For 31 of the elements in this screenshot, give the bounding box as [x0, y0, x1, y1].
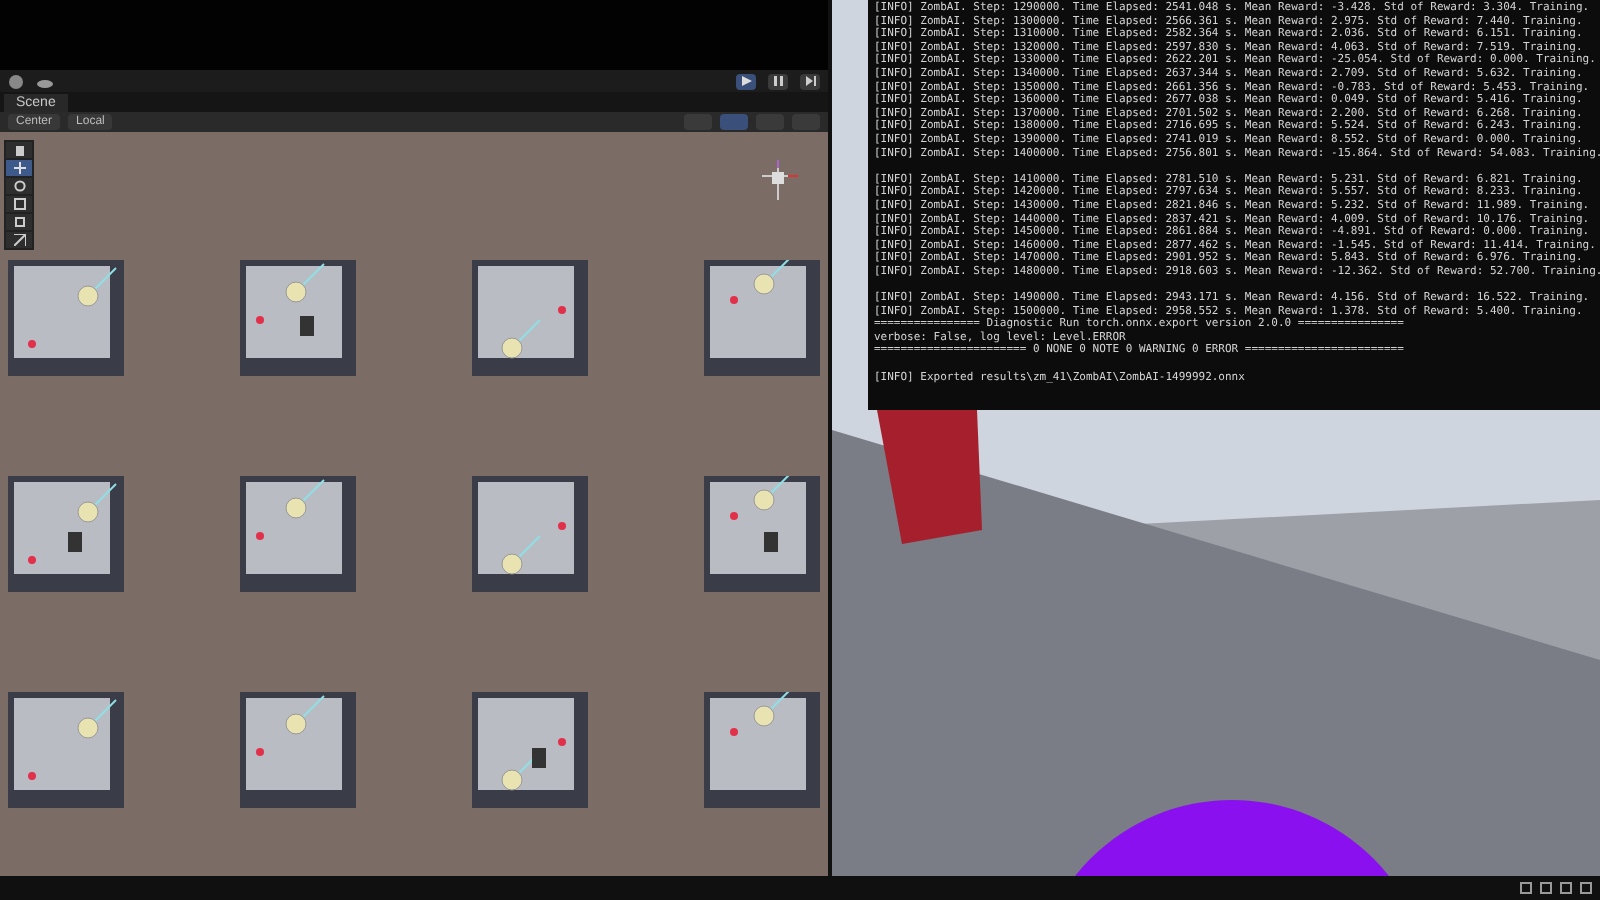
training-arena-drawing [8, 476, 124, 592]
cloud-icon[interactable] [36, 75, 54, 87]
view-toggle-button[interactable] [720, 114, 748, 130]
rect-tool-icon [13, 216, 25, 228]
play-button[interactable] [736, 73, 756, 89]
tool-button[interactable] [6, 214, 32, 230]
step-button[interactable] [800, 73, 820, 89]
account-icon[interactable] [8, 73, 24, 89]
training-arena-drawing [8, 260, 124, 376]
training-arena-drawing [704, 476, 820, 592]
training-arena-drawing [472, 692, 588, 808]
training-arena-drawing [704, 692, 820, 808]
tool-button[interactable] [6, 178, 32, 194]
training-arena-drawing [704, 260, 820, 376]
training-arena-drawing [472, 476, 588, 592]
tool-button[interactable] [6, 232, 32, 248]
scale-tool-icon [13, 198, 25, 210]
training-arena-drawing [472, 260, 588, 376]
training-arena-drawing [240, 260, 356, 376]
rotate-tool-icon [13, 180, 25, 192]
tool-button[interactable] [6, 142, 32, 158]
tool-button[interactable] [6, 196, 32, 212]
training-arena-drawing [8, 692, 124, 808]
tool-button[interactable] [6, 160, 32, 176]
pause-button[interactable] [768, 73, 788, 89]
crate-drawing [872, 410, 984, 546]
transform-tool-icon [13, 234, 25, 246]
move-tool-icon [13, 162, 25, 174]
gizmo-toggle-button[interactable] [684, 114, 712, 130]
training-arena-drawing [240, 476, 356, 592]
training-arena-drawing [240, 692, 356, 808]
